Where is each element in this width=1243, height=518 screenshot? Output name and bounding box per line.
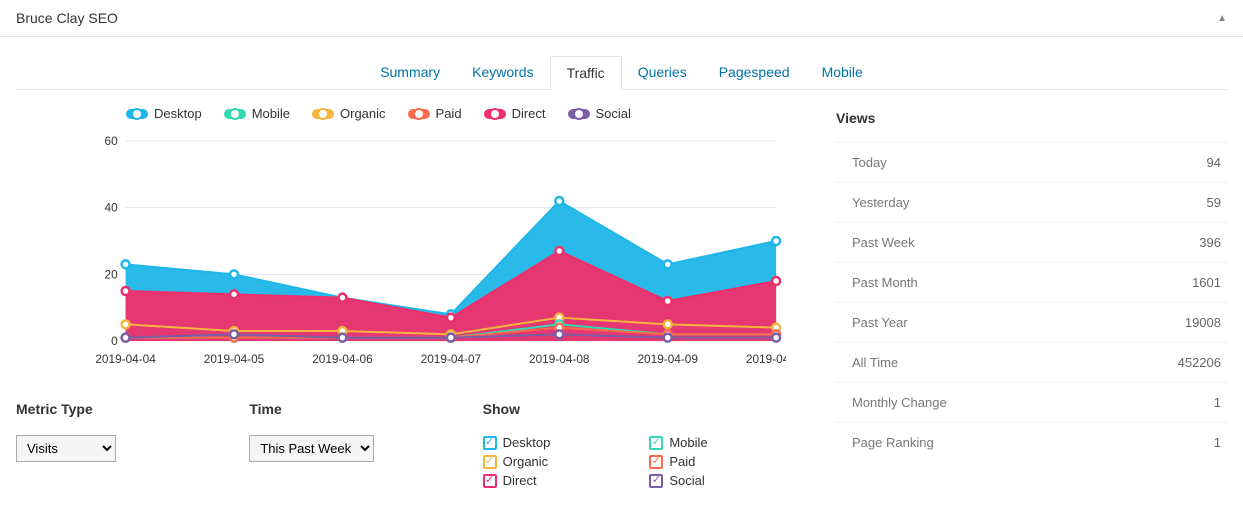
- views-row-value: 1: [1214, 435, 1221, 450]
- views-panel: Views Today94Yesterday59Past Week396Past…: [826, 106, 1227, 488]
- show-options: ✓ Desktop ✓ Mobile ✓ Organic ✓ Paid ✓ Direct ✓ Soci…: [483, 435, 786, 488]
- svg-text:2019-04-05: 2019-04-05: [204, 352, 265, 366]
- legend-swatch-icon: [484, 109, 506, 119]
- show-option-social[interactable]: ✓ Social: [649, 473, 786, 488]
- checkbox-icon: ✓: [483, 455, 497, 469]
- time-control: Time This Past Week: [249, 401, 482, 488]
- show-option-label: Desktop: [503, 435, 551, 450]
- legend-item-social[interactable]: Social: [568, 106, 631, 121]
- views-row: Past Year 19008: [836, 302, 1227, 342]
- legend-swatch-icon: [408, 109, 430, 119]
- tab-queries[interactable]: Queries: [622, 56, 703, 90]
- views-row-label: All Time: [852, 355, 898, 370]
- views-row: Today 94: [836, 142, 1227, 182]
- show-option-label: Paid: [669, 454, 695, 469]
- views-row-label: Today: [852, 155, 887, 170]
- svg-text:2019-04-10: 2019-04-10: [746, 352, 786, 366]
- svg-text:60: 60: [105, 134, 119, 148]
- show-option-label: Direct: [503, 473, 537, 488]
- show-option-label: Organic: [503, 454, 549, 469]
- views-row-value: 19008: [1185, 315, 1221, 330]
- legend-item-direct[interactable]: Direct: [484, 106, 546, 121]
- svg-text:0: 0: [111, 334, 118, 348]
- views-row: Yesterday 59: [836, 182, 1227, 222]
- views-row: Monthly Change 1: [836, 382, 1227, 422]
- chart: 0 20 40 60 2019-04-04 2019-04-05 2019-04-06 201…: [96, 131, 786, 371]
- legend-label: Social: [596, 106, 631, 121]
- views-row-value: 1: [1214, 395, 1221, 410]
- views-row-value: 1601: [1192, 275, 1221, 290]
- show-option-paid[interactable]: ✓ Paid: [649, 454, 786, 469]
- views-row-label: Past Year: [852, 315, 908, 330]
- legend-label: Desktop: [154, 106, 202, 121]
- legend-swatch-icon: [312, 109, 334, 119]
- legend-label: Paid: [436, 106, 462, 121]
- tab-pagespeed[interactable]: Pagespeed: [703, 56, 806, 90]
- collapse-icon[interactable]: ▲: [1217, 13, 1227, 24]
- views-row-value: 452206: [1178, 355, 1221, 370]
- legend-swatch-icon: [126, 109, 148, 119]
- show-option-label: Mobile: [669, 435, 707, 450]
- metric-type-control: Metric Type Visits: [16, 401, 249, 488]
- time-label: Time: [249, 401, 482, 417]
- panel-title: Bruce Clay SEO: [16, 10, 118, 26]
- tab-mobile[interactable]: Mobile: [806, 56, 879, 90]
- legend-swatch-icon: [224, 109, 246, 119]
- views-row: All Time 452206: [836, 342, 1227, 382]
- legend-item-paid[interactable]: Paid: [408, 106, 462, 121]
- views-title: Views: [836, 110, 1227, 126]
- svg-text:2019-04-07: 2019-04-07: [421, 352, 482, 366]
- controls: Metric Type Visits Time This Past Week S…: [16, 401, 786, 488]
- checkbox-icon: ✓: [649, 455, 663, 469]
- views-row-label: Past Week: [852, 235, 915, 250]
- svg-text:2019-04-09: 2019-04-09: [637, 352, 698, 366]
- views-list: Today 94 Yesterday 59 Past Week 396 Past Month…: [836, 142, 1227, 462]
- tab-traffic[interactable]: Traffic: [550, 56, 622, 90]
- panel-header: Bruce Clay SEO ▲: [0, 0, 1243, 37]
- views-row-label: Monthly Change: [852, 395, 947, 410]
- views-row: Past Week 396: [836, 222, 1227, 262]
- chart-legend: Desktop Mobile Organic Paid Direct Social: [126, 106, 826, 121]
- svg-text:2019-04-06: 2019-04-06: [312, 352, 373, 366]
- show-option-desktop[interactable]: ✓ Desktop: [483, 435, 620, 450]
- chart-panel: Desktop Mobile Organic Paid Direct Social 0 20…: [16, 106, 826, 488]
- svg-text:2019-04-04: 2019-04-04: [96, 352, 156, 366]
- tabs: SummaryKeywordsTrafficQueriesPagespeedMo…: [16, 37, 1227, 90]
- views-row-value: 59: [1207, 195, 1221, 210]
- show-control: Show ✓ Desktop ✓ Mobile ✓ Organic ✓ Paid ✓ Direct…: [483, 401, 786, 488]
- checkbox-icon: ✓: [649, 436, 663, 450]
- metric-type-label: Metric Type: [16, 401, 249, 417]
- chart-svg: 0 20 40 60 2019-04-04 2019-04-05 2019-04-06 201…: [96, 131, 786, 371]
- show-option-direct[interactable]: ✓ Direct: [483, 473, 620, 488]
- time-select[interactable]: This Past Week: [249, 435, 374, 462]
- views-row-label: Past Month: [852, 275, 918, 290]
- legend-item-mobile[interactable]: Mobile: [224, 106, 290, 121]
- views-row-label: Yesterday: [852, 195, 909, 210]
- show-label: Show: [483, 401, 786, 417]
- legend-item-desktop[interactable]: Desktop: [126, 106, 202, 121]
- views-row: Page Ranking 1: [836, 422, 1227, 462]
- legend-label: Mobile: [252, 106, 290, 121]
- checkbox-icon: ✓: [483, 474, 497, 488]
- legend-item-organic[interactable]: Organic: [312, 106, 386, 121]
- views-row-value: 396: [1199, 235, 1221, 250]
- legend-swatch-icon: [568, 109, 590, 119]
- tab-keywords[interactable]: Keywords: [456, 56, 549, 90]
- svg-text:40: 40: [105, 201, 119, 215]
- views-row-value: 94: [1207, 155, 1221, 170]
- metric-type-select[interactable]: Visits: [16, 435, 116, 462]
- views-row: Past Month 1601: [836, 262, 1227, 302]
- content: Desktop Mobile Organic Paid Direct Social 0 20…: [0, 90, 1243, 504]
- tab-summary[interactable]: Summary: [364, 56, 456, 90]
- checkbox-icon: ✓: [483, 436, 497, 450]
- svg-text:20: 20: [105, 267, 119, 281]
- show-option-organic[interactable]: ✓ Organic: [483, 454, 620, 469]
- svg-text:2019-04-08: 2019-04-08: [529, 352, 590, 366]
- legend-label: Organic: [340, 106, 386, 121]
- checkbox-icon: ✓: [649, 474, 663, 488]
- show-option-mobile[interactable]: ✓ Mobile: [649, 435, 786, 450]
- legend-label: Direct: [512, 106, 546, 121]
- show-option-label: Social: [669, 473, 704, 488]
- views-row-label: Page Ranking: [852, 435, 934, 450]
